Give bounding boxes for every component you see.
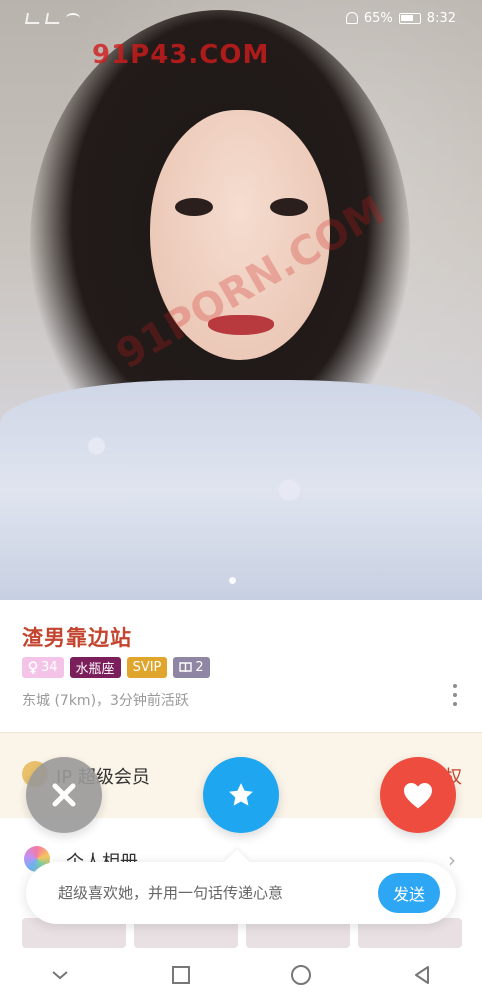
zodiac-tag: 水瓶座 <box>69 657 121 678</box>
nav-home-button[interactable] <box>287 961 315 989</box>
wifi-icon <box>66 13 80 23</box>
profile-tags: 34 水瓶座 SVIP 2 <box>22 657 210 678</box>
dislike-button[interactable] <box>26 757 102 833</box>
location-activity: 东城 (7km)，3分钟前活跃 <box>22 693 189 709</box>
nav-hide-button[interactable] <box>46 961 74 989</box>
nav-back-button[interactable] <box>408 961 436 989</box>
square-icon <box>171 966 190 984</box>
album-count-value: 2 <box>195 660 204 675</box>
photo-eye-left <box>175 198 213 216</box>
age-tag: 34 <box>22 657 64 678</box>
signal-icon-2 <box>45 12 61 24</box>
chevron-down-icon <box>52 971 68 980</box>
status-right: 65% 8:32 <box>345 10 456 26</box>
star-icon <box>229 783 253 806</box>
book-icon <box>179 662 193 673</box>
close-icon <box>52 783 76 807</box>
svip-tag: SVIP <box>126 657 168 678</box>
nav-recents-button[interactable] <box>167 961 195 989</box>
signal-icon <box>25 12 41 24</box>
album-count-tag: 2 <box>173 657 210 678</box>
circle-icon <box>291 965 312 985</box>
message-input[interactable]: 超级喜欢她，并用一句话传递心意 <box>58 882 283 903</box>
heart-icon <box>404 783 432 809</box>
profile-info: 渣男靠边站 34 水瓶座 SVIP 2 东城 (7km)，3分钟前活跃 <box>0 600 482 732</box>
age-value: 34 <box>41 660 58 675</box>
battery-icon <box>398 12 421 24</box>
triangle-back-icon <box>414 966 429 984</box>
more-vertical-icon[interactable] <box>452 684 458 706</box>
send-button[interactable]: 发送 <box>378 873 440 913</box>
super-like-message-popup: 超级喜欢她，并用一句话传递心意 发送 <box>26 849 456 924</box>
photo-eye-right <box>270 198 308 216</box>
status-left <box>25 12 80 24</box>
bell-icon <box>345 12 358 24</box>
chevron-right-icon: › <box>448 848 456 872</box>
watermark: 91P43.COM <box>92 40 270 70</box>
system-nav-bar <box>0 950 482 1000</box>
female-icon <box>28 661 38 674</box>
photo-pager-dot <box>229 577 236 584</box>
like-button[interactable] <box>380 757 456 833</box>
clock: 8:32 <box>426 10 456 26</box>
super-like-button[interactable] <box>203 757 279 833</box>
photo-blouse <box>0 380 482 600</box>
battery-percent: 65% <box>363 10 393 26</box>
profile-name: 渣男靠边站 <box>22 626 132 650</box>
app-root: 91P43.COM 91PORN.COM 65% 8:32 渣男靠边站 34 水… <box>0 0 482 1000</box>
status-bar: 65% 8:32 <box>0 0 482 36</box>
